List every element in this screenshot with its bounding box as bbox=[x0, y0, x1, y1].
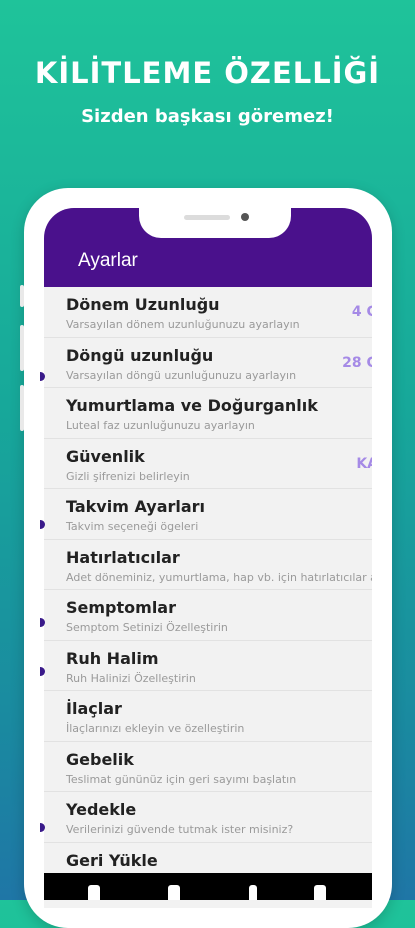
settings-item-medications[interactable]: İlaçlar İlaçlarınızı ekleyin ve özelleşt… bbox=[44, 691, 372, 742]
settings-item-subtitle: Teslimat gününüz için geri sayımı başlat… bbox=[66, 772, 297, 786]
nav-icon[interactable] bbox=[314, 885, 326, 900]
settings-item-subtitle: Luteal faz uzunluğunuzu ayarlayın bbox=[66, 419, 255, 432]
settings-item-pregnancy[interactable]: Gebelik Teslimat gününüz için geri sayım… bbox=[44, 741, 372, 792]
settings-item-subtitle: Gizli şifrenizi belirleyin bbox=[66, 469, 190, 483]
settings-item-symptoms[interactable]: Semptomlar Semptom Setinizi Özelleştirin bbox=[44, 590, 372, 641]
settings-item-title: Dönem Uzunluğu bbox=[66, 295, 220, 314]
settings-item-cycle-length[interactable]: Döngü uzunluğu Varsayılan döngü uzunluğu… bbox=[44, 337, 372, 388]
settings-item-mood[interactable]: Ruh Halim Ruh Halinizi Özelleştirin bbox=[44, 640, 372, 691]
settings-item-title: İlaçlar bbox=[66, 699, 122, 718]
settings-item-title: Yedekle bbox=[66, 800, 137, 819]
phone-speaker bbox=[184, 215, 230, 220]
bottom-nav-bar bbox=[44, 873, 372, 900]
promo-subline: Sizden başkası göremez! bbox=[81, 106, 334, 127]
settings-item-subtitle: Takvim seçeneği ögeleri bbox=[66, 520, 199, 533]
settings-item-title: Yumurtlama ve Doğurganlık bbox=[66, 396, 318, 415]
settings-item-title: Hatırlatıcılar bbox=[66, 547, 180, 567]
nav-icon[interactable] bbox=[249, 885, 257, 900]
settings-item-calendar[interactable]: Takvim Ayarları Takvim seçeneği ögeleri bbox=[44, 489, 372, 540]
settings-list: Dönem Uzunluğu Varsayılan dönem uzunluğu… bbox=[44, 287, 372, 893]
settings-item-title: Güvenlik bbox=[66, 446, 145, 466]
settings-item-value: KA bbox=[356, 455, 372, 472]
settings-item-reminders[interactable]: Hatırlatıcılar Adet döneminiz, yumurtlam… bbox=[44, 539, 372, 590]
settings-item-ovulation[interactable]: Yumurtlama ve Doğurganlık Luteal faz uzu… bbox=[44, 388, 372, 439]
settings-item-backup[interactable]: Yedekle Verilerinizi güvende tutmak iste… bbox=[44, 792, 372, 843]
settings-item-title: Takvim Ayarları bbox=[66, 497, 206, 516]
settings-item-title: Gebelik bbox=[66, 749, 134, 769]
settings-item-value: 4 G bbox=[351, 304, 372, 320]
nav-icon[interactable] bbox=[168, 885, 180, 900]
settings-item-subtitle: Varsayılan döngü uzunluğunuzu ayarlayın bbox=[66, 368, 297, 382]
phone-notch bbox=[139, 206, 291, 238]
settings-item-security[interactable]: Güvenlik Gizli şifrenizi belirleyin KA bbox=[44, 438, 372, 489]
promo-headline: KİLİTLEME ÖZELLİĞİ bbox=[34, 56, 381, 90]
settings-item-title: Semptomlar bbox=[66, 598, 176, 617]
phone-camera bbox=[241, 213, 249, 221]
settings-item-subtitle: İlaçlarınızı ekleyin ve özelleştirin bbox=[66, 722, 245, 735]
settings-item-subtitle: Verilerinizi güvende tutmak ister misini… bbox=[66, 823, 294, 836]
settings-item-subtitle: Semptom Setinizi Özelleştirin bbox=[66, 621, 228, 634]
settings-item-subtitle: Varsayılan dönem uzunluğunuzu ayarlayın bbox=[66, 318, 300, 331]
nav-icon[interactable] bbox=[88, 885, 100, 900]
phone-screen: Ayarlar Dönem Uzunluğu Varsayılan dönem … bbox=[44, 208, 372, 908]
settings-item-title: Geri Yükle bbox=[66, 850, 158, 870]
settings-item-title: Döngü uzunluğu bbox=[66, 345, 214, 365]
settings-item-subtitle: Ruh Halinizi Özelleştirin bbox=[66, 671, 196, 685]
phone-volume-up bbox=[20, 325, 24, 371]
settings-item-period-length[interactable]: Dönem Uzunluğu Varsayılan dönem uzunluğu… bbox=[44, 287, 372, 338]
phone-side-button bbox=[20, 285, 24, 307]
phone-volume-down bbox=[20, 385, 24, 431]
page-title: Ayarlar bbox=[78, 250, 138, 271]
settings-item-subtitle: Adet döneminiz, yumurtlama, hap vb. için… bbox=[66, 570, 372, 584]
settings-item-title: Ruh Halim bbox=[66, 648, 159, 668]
settings-item-value: 28 G bbox=[342, 354, 372, 371]
